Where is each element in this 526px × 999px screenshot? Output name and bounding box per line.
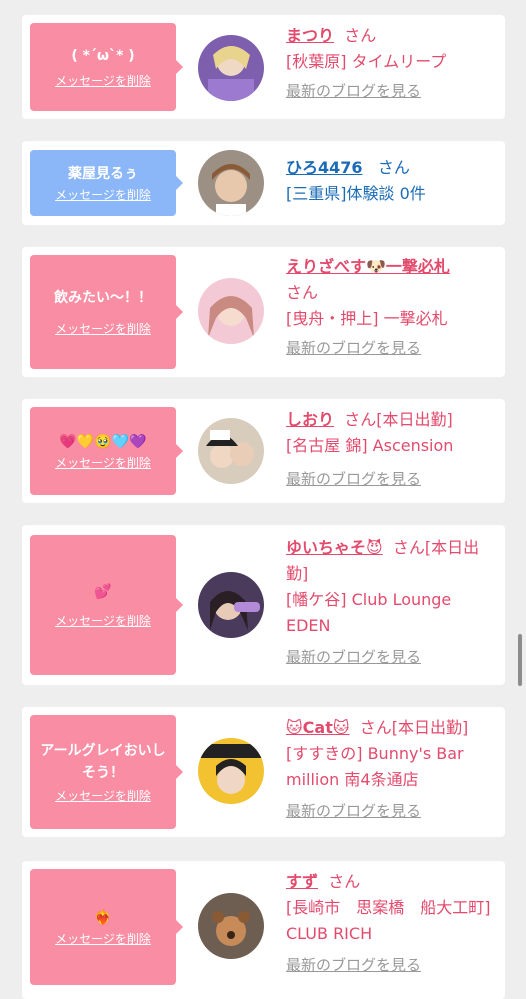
blog-link[interactable]: 最新のブログを見る xyxy=(286,645,494,669)
message-text: 💗💛🥹🩵💜 xyxy=(59,434,147,450)
honorific: さん xyxy=(359,718,392,737)
profile-info: えりざべす🐶一撃必札 さん [曳舟・押上] 一撃必札 最新のブログを見る xyxy=(286,254,494,360)
message-bubble: ( *´ω`* ) メッセージを削除 xyxy=(30,23,183,111)
message-card: ❤️‍🔥 メッセージを削除 すず さん [長崎市 思案橋 船大工町] CLUB … xyxy=(22,861,505,999)
blog-link[interactable]: 最新のブログを見る xyxy=(286,799,494,823)
name-link[interactable]: 🐱Cat🐱 xyxy=(286,718,350,737)
name-link[interactable]: ひろ4476 xyxy=(286,158,363,177)
location-link[interactable]: [幡ケ谷] Club Lounge EDEN xyxy=(286,587,494,639)
delete-message-link[interactable]: メッセージを削除 xyxy=(55,73,151,89)
profile-info: すず さん [長崎市 思案橋 船大工町] CLUB RICH 最新のブログを見る xyxy=(286,869,494,977)
message-bubble: 飲みたい〜！！ メッセージを削除 xyxy=(30,255,183,369)
message-card: 飲みたい〜！！ メッセージを削除 えりざべす🐶一撃必札 さん [曳舟・押上] 一… xyxy=(22,247,505,377)
message-card: アールグレイおいしそう！ メッセージを削除 🐱Cat🐱 さん[本日出勤] [すす… xyxy=(22,707,505,837)
message-text: 薬屋見るぅ xyxy=(68,166,138,182)
message-text: アールグレイおいしそう！ xyxy=(40,743,166,781)
honorific: さん xyxy=(328,872,361,891)
message-bubble: 💗💛🥹🩵💜 メッセージを削除 xyxy=(30,407,183,495)
message-bubble: 💕 メッセージを削除 xyxy=(30,535,183,675)
avatar[interactable] xyxy=(198,150,264,216)
profile-info: ゆいちゃそ😈 さん[本日出勤] [幡ケ谷] Club Lounge EDEN 最… xyxy=(286,535,494,669)
message-text: 飲みたい〜！！ xyxy=(54,290,152,306)
honorific: さん xyxy=(344,26,377,45)
message-bubble: 薬屋見るぅ メッセージを削除 xyxy=(30,150,183,216)
message-card: ( *´ω`* ) メッセージを削除 まつり さん [秋葉原] タイムリープ 最… xyxy=(22,15,505,119)
location-link[interactable]: [秋葉原] タイムリープ xyxy=(286,49,494,75)
name-link[interactable]: ゆいちゃそ😈 xyxy=(286,538,383,557)
honorific: さん xyxy=(344,410,377,429)
delete-message-link[interactable]: メッセージを削除 xyxy=(55,455,151,471)
delete-message-link[interactable]: メッセージを削除 xyxy=(55,613,151,629)
name-link[interactable]: えりざべす🐶一撃必札 xyxy=(286,254,494,280)
message-bubble: ❤️‍🔥 メッセージを削除 xyxy=(30,869,183,985)
avatar[interactable] xyxy=(198,738,264,804)
blog-link[interactable]: 最新のブログを見る xyxy=(286,336,494,360)
message-card: 💗💛🥹🩵💜 メッセージを削除 しおり さん[本日出勤] [名古屋 錦] Asce… xyxy=(22,399,505,503)
status-text: [本日出勤] xyxy=(376,410,453,429)
profile-info: しおり さん[本日出勤] [名古屋 錦] Ascension 最新のブログを見る xyxy=(286,407,494,491)
profile-info: まつり さん [秋葉原] タイムリープ 最新のブログを見る xyxy=(286,23,494,103)
message-text: ( *´ω`* ) xyxy=(71,48,135,64)
blog-link[interactable]: 最新のブログを見る xyxy=(286,953,494,977)
avatar[interactable] xyxy=(198,278,264,344)
avatar[interactable] xyxy=(198,893,264,959)
avatar[interactable] xyxy=(198,35,264,101)
honorific: さん xyxy=(286,283,319,302)
location-link[interactable]: [曳舟・押上] 一撃必札 xyxy=(286,306,494,332)
message-text: ❤️‍🔥 xyxy=(94,910,112,926)
delete-message-link[interactable]: メッセージを削除 xyxy=(55,321,151,337)
blog-link[interactable]: 最新のブログを見る xyxy=(286,79,494,103)
delete-message-link[interactable]: メッセージを削除 xyxy=(55,788,151,804)
message-card: 薬屋見るぅ メッセージを削除 ひろ4476 さん [三重県]体験談 0件 xyxy=(22,141,505,225)
delete-message-link[interactable]: メッセージを削除 xyxy=(55,931,151,947)
honorific: さん xyxy=(377,158,410,177)
profile-info: ひろ4476 さん [三重県]体験談 0件 xyxy=(286,155,494,207)
blog-link[interactable]: 最新のブログを見る xyxy=(286,467,494,491)
honorific: さん xyxy=(392,538,425,557)
name-link[interactable]: まつり xyxy=(286,26,334,45)
delete-message-link[interactable]: メッセージを削除 xyxy=(55,187,151,203)
name-link[interactable]: すず xyxy=(286,872,318,891)
name-link[interactable]: しおり xyxy=(286,410,334,429)
profile-info: 🐱Cat🐱 さん[本日出勤] [すすきの] Bunny's Bar millio… xyxy=(286,715,494,823)
avatar[interactable] xyxy=(198,572,264,638)
location-link[interactable]: [三重県]体験談 0件 xyxy=(286,181,494,207)
message-card: 💕 メッセージを削除 ゆいちゃそ😈 さん[本日出勤] [幡ケ谷] Club Lo… xyxy=(22,525,505,685)
status-text: [本日出勤] xyxy=(391,718,469,737)
location-link[interactable]: [長崎市 思案橋 船大工町] CLUB RICH xyxy=(286,895,494,947)
scrollbar[interactable] xyxy=(518,634,522,686)
location-link[interactable]: [すすきの] Bunny's Bar million 南4条通店 xyxy=(286,741,494,793)
message-bubble: アールグレイおいしそう！ メッセージを削除 xyxy=(30,715,183,829)
message-text: 💕 xyxy=(94,584,112,600)
avatar[interactable] xyxy=(198,418,264,484)
location-link[interactable]: [名古屋 錦] Ascension xyxy=(286,433,494,459)
